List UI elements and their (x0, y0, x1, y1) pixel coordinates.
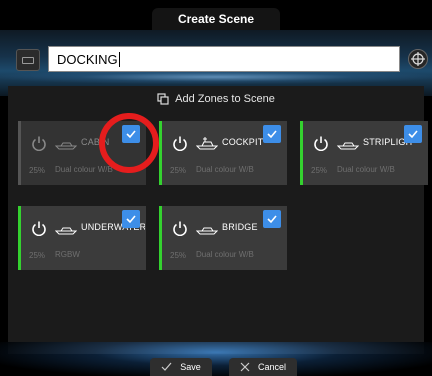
checkmark-icon (161, 362, 172, 371)
zone-description: RGBW (55, 250, 80, 259)
zone-card-bridge[interactable]: BRIDGE 25% Dual colour W/B (159, 206, 287, 270)
add-zones-label: Add Zones to Scene (175, 93, 275, 105)
zone-description: Dual colour W/B (337, 165, 395, 174)
keyboard-icon[interactable] (16, 49, 40, 71)
power-icon[interactable] (31, 220, 47, 236)
power-icon[interactable] (172, 220, 188, 236)
cancel-label: Cancel (257, 362, 286, 372)
window-title: Create Scene (152, 8, 280, 30)
zone-card-striplight[interactable]: STRIPLIGHT 25% Dual colour W/B (300, 121, 428, 185)
zone-checkbox[interactable] (404, 125, 422, 143)
power-icon[interactable] (313, 135, 329, 151)
save-label: Save (180, 362, 201, 372)
power-icon[interactable] (31, 135, 47, 151)
zone-name: COCKPIT (222, 137, 264, 147)
zone-description: Dual colour W/B (196, 250, 254, 259)
zone-description: Dual colour W/B (55, 165, 113, 174)
header-glow (0, 70, 432, 84)
copy-icon (157, 93, 169, 105)
footer-glow (0, 342, 432, 376)
zone-checkbox[interactable] (263, 125, 281, 143)
checkmark-icon (267, 215, 277, 224)
zone-level: 25% (170, 251, 187, 260)
zone-level: 25% (29, 166, 46, 175)
checkmark-icon (408, 130, 418, 139)
boat-icon (337, 142, 359, 150)
scene-name-value: DOCKING (57, 51, 118, 67)
zone-level: 25% (29, 251, 46, 260)
save-button[interactable]: Save (150, 358, 212, 376)
zone-name: BRIDGE (222, 222, 258, 232)
zone-description: Dual colour W/B (196, 165, 254, 174)
zone-checkbox[interactable] (122, 210, 140, 228)
zone-level: 25% (311, 166, 328, 175)
checkmark-icon (267, 130, 277, 139)
boat-icon (55, 142, 77, 150)
power-icon[interactable] (172, 135, 188, 151)
zone-card-cockpit[interactable]: COCKPIT 25% Dual colour W/B (159, 121, 287, 185)
scene-name-input[interactable]: DOCKING (48, 46, 400, 72)
create-scene-window: Create Scene DOCKING Add Zones to Scene … (0, 0, 432, 376)
boat-icon (196, 137, 218, 150)
checkmark-icon (126, 215, 136, 224)
close-icon (240, 362, 250, 372)
zone-checkbox[interactable] (263, 210, 281, 228)
add-zones-header[interactable]: Add Zones to Scene (0, 90, 432, 108)
crosshair-icon[interactable] (408, 49, 428, 69)
boat-icon (196, 227, 218, 235)
highlight-ring (99, 113, 159, 173)
boat-icon (55, 227, 77, 235)
cancel-button[interactable]: Cancel (229, 358, 297, 376)
zone-level: 25% (170, 166, 187, 175)
zone-card-underwater[interactable]: UNDERWATER 25% RGBW (18, 206, 146, 270)
